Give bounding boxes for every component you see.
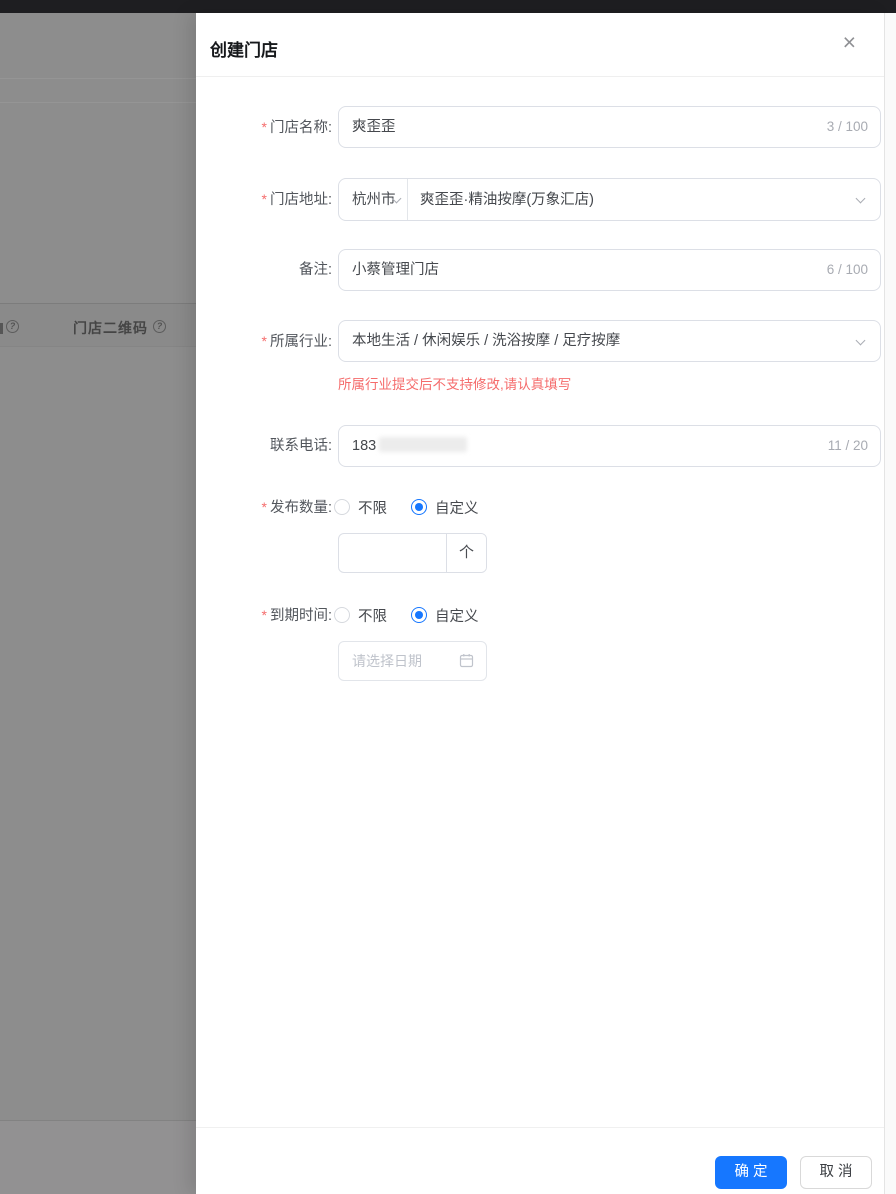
radio-label: 自定义 — [435, 608, 479, 625]
chevron-down-icon — [855, 193, 866, 204]
store-name-input[interactable]: 爽歪歪 3 / 100 — [338, 106, 881, 148]
help-mark: ? — [156, 321, 163, 331]
dimmed-page-overlay: ? 门店二维码 ? — [0, 13, 196, 1194]
city-select[interactable]: 杭州市 — [339, 179, 407, 220]
city-value: 杭州市 — [352, 192, 396, 208]
label-text: 门店地址: — [269, 192, 332, 208]
label-text: 到期时间: — [269, 608, 332, 624]
background-column-label: 门店二维码 — [73, 320, 148, 336]
expire-time-row: * 到期时间: 不限 自定义 — [196, 604, 884, 626]
label-text: 发布数量: — [269, 500, 332, 516]
label-text: 所属行业: — [269, 334, 332, 350]
cancel-button[interactable]: 取消 — [800, 1156, 872, 1189]
remark-label: 备注: — [196, 249, 332, 291]
store-address-label: * 门店地址: — [196, 178, 332, 222]
store-name-counter: 3 / 100 — [826, 119, 868, 134]
publish-count-label: * 发布数量: — [196, 496, 332, 519]
store-address-select[interactable]: 杭州市 爽歪歪·精油按摩(万象汇店) — [338, 178, 881, 221]
radio-label: 自定义 — [435, 500, 479, 517]
phone-label: 联系电话: — [196, 425, 332, 467]
help-mark: ? — [9, 321, 16, 331]
phone-value: 183 — [352, 426, 468, 466]
store-name-label: * 门店名称: — [196, 106, 332, 149]
store-address-row: * 门店地址: 杭州市 爽歪歪·精油按摩(万象汇店) — [196, 178, 884, 221]
create-store-drawer: 创建门店 × * 门店名称: 爽歪歪 3 / 100 * 门店地址: 杭州市 爽歪歪… — [196, 13, 884, 1194]
industry-row: * 所属行业: 本地生活 / 休闲娱乐 / 洗浴按摩 / 足疗按摩 所属行业提交后… — [196, 320, 884, 392]
required-mark: * — [261, 191, 267, 207]
radio-icon — [411, 499, 427, 515]
publish-count-input-row: 个 — [196, 533, 884, 573]
browser-top-bar — [0, 0, 896, 13]
remark-value: 小蔡管理门店 — [352, 262, 439, 278]
question-circle-icon: ? — [6, 320, 19, 333]
chevron-down-icon — [855, 335, 866, 346]
screen: ? 门店二维码 ? 创建门店 × * 门店名称: 爽歪歪 3 / 100 * 门店地… — [0, 0, 896, 1194]
industry-value: 本地生活 / 休闲娱乐 / 洗浴按摩 / 足疗按摩 — [352, 333, 621, 349]
required-mark: * — [261, 119, 267, 135]
publish-count-radio-group: 不限 自定义 — [334, 496, 503, 518]
label-text: 联系电话: — [269, 438, 332, 454]
store-name-row: * 门店名称: 爽歪歪 3 / 100 — [196, 106, 884, 148]
question-circle-icon: ? — [153, 320, 166, 333]
clipped-column-fragment — [0, 323, 3, 334]
radio-label: 不限 — [358, 500, 387, 517]
radio-label: 不限 — [358, 608, 387, 625]
label-text: 备注: — [298, 262, 332, 278]
radio-custom[interactable]: 自定义 — [411, 497, 479, 518]
phone-counter: 11 / 20 — [827, 438, 868, 453]
publish-count-input[interactable]: 个 — [338, 533, 487, 573]
industry-warning-text: 所属行业提交后不支持修改,请认真填写 — [338, 377, 572, 392]
drawer-header: 创建门店 × — [196, 13, 884, 77]
expire-time-radio-group: 不限 自定义 — [334, 604, 503, 626]
expire-time-label: * 到期时间: — [196, 604, 332, 627]
store-address-value: 爽歪歪·精油按摩(万象汇店) — [420, 192, 594, 208]
remark-input[interactable]: 小蔡管理门店 6 / 100 — [338, 249, 881, 291]
drawer-title: 创建门店 — [210, 41, 278, 60]
required-mark: * — [261, 333, 267, 349]
background-footer-band — [0, 1120, 196, 1194]
close-icon[interactable]: × — [843, 31, 856, 54]
phone-visible-digits: 183 — [352, 438, 377, 454]
remark-counter: 6 / 100 — [826, 262, 868, 277]
date-placeholder: 请选择日期 — [352, 653, 422, 669]
confirm-button[interactable]: 确定 — [715, 1156, 787, 1189]
radio-icon — [334, 499, 350, 515]
radio-unlimited[interactable]: 不限 — [334, 497, 387, 518]
store-name-value: 爽歪歪 — [352, 119, 396, 135]
expire-date-picker[interactable]: 请选择日期 — [338, 641, 487, 681]
expire-date-input-row: 请选择日期 — [196, 641, 884, 681]
background-table-header: ? 门店二维码 ? — [0, 303, 196, 347]
industry-label: * 所属行业: — [196, 320, 332, 363]
radio-custom[interactable]: 自定义 — [411, 605, 479, 626]
segment-divider — [407, 179, 408, 220]
remark-row: 备注: 小蔡管理门店 6 / 100 — [196, 249, 884, 291]
scrollbar[interactable] — [884, 13, 896, 1194]
label-text: 门店名称: — [269, 120, 332, 136]
radio-icon — [334, 607, 350, 623]
drawer-footer: 确定 取消 — [196, 1127, 884, 1194]
phone-row: 联系电话: 183 11 / 20 — [196, 425, 884, 467]
phone-input[interactable]: 183 11 / 20 — [338, 425, 881, 467]
background-divider — [0, 78, 196, 79]
background-divider — [0, 102, 196, 103]
required-mark: * — [261, 607, 267, 623]
calendar-icon — [459, 653, 474, 673]
industry-select[interactable]: 本地生活 / 休闲娱乐 / 洗浴按摩 / 足疗按摩 — [338, 320, 881, 362]
radio-icon — [411, 607, 427, 623]
publish-count-row: * 发布数量: 不限 自定义 — [196, 496, 884, 518]
radio-unlimited[interactable]: 不限 — [334, 605, 387, 626]
unit-suffix: 个 — [446, 534, 486, 572]
required-mark: * — [261, 499, 267, 515]
redacted-phone-blur — [379, 437, 468, 452]
